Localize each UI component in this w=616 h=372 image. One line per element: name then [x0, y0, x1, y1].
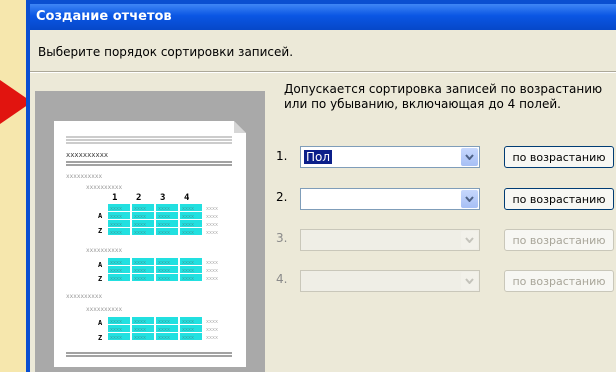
cell-placeholder: xxxx — [110, 230, 122, 236]
cell-placeholder: xxxx — [158, 327, 170, 333]
sort-row-1-number: 1. — [276, 149, 288, 163]
cell-placeholder: xxxx — [182, 230, 194, 236]
cell-placeholder: xxxx — [182, 268, 194, 274]
cell-placeholder: xxxx — [206, 276, 218, 282]
cell-placeholder: xxxx — [158, 230, 170, 236]
cell-placeholder: xxxx — [206, 335, 218, 341]
chevron-down-icon[interactable] — [461, 272, 478, 290]
cell-placeholder: xxxx — [182, 335, 194, 341]
cell-placeholder: xxxx — [206, 222, 218, 228]
subgroup-header-placeholder: xxxxxxxxxx — [86, 184, 123, 191]
chevron-down-icon[interactable] — [461, 190, 478, 208]
window-title: Создание отчетов — [30, 4, 616, 30]
chevron-down-icon[interactable] — [461, 231, 478, 249]
column-number: 4 — [184, 193, 190, 203]
cell-placeholder: xxxx — [182, 276, 194, 282]
column-number: 2 — [136, 193, 141, 203]
sort-order-1-button[interactable]: по возрастанию — [504, 146, 614, 168]
cell-placeholder: xxxx — [134, 335, 146, 341]
sort-letter-a: A — [98, 261, 103, 269]
cell-placeholder: xxxx — [110, 319, 122, 325]
sort-row-3-number: 3. — [276, 231, 288, 245]
cell-placeholder: xxxx — [206, 260, 218, 266]
sort-order-2-button[interactable]: по возрастанию — [504, 188, 614, 210]
cell-placeholder: xxxx — [134, 214, 146, 220]
chevron-down-icon[interactable] — [461, 148, 478, 166]
sort-row-2-number: 2. — [276, 190, 288, 204]
cell-placeholder: xxxx — [158, 335, 170, 341]
dialog-client-area: Выберите порядок сортировки записей. xxx… — [30, 30, 616, 372]
sort-field-4-combo[interactable] — [300, 270, 480, 292]
sort-field-1-value: Пол — [304, 150, 333, 164]
cell-placeholder: xxxx — [206, 327, 218, 333]
cell-placeholder: xxxx — [158, 260, 170, 266]
cell-placeholder: xxxx — [182, 214, 194, 220]
cell-placeholder: xxxx — [182, 222, 194, 228]
report-preview-illustration: xxxxxxxxxx xxxxxxxxxxxxxxxxxxxx1 2 3 4AZxxx… — [66, 121, 246, 357]
sort-letter-a: A — [98, 319, 103, 327]
column-number: 3 — [160, 193, 165, 203]
cell-placeholder: xxxx — [110, 260, 122, 266]
sort-field-3-combo[interactable] — [300, 229, 480, 251]
cell-placeholder: xxxx — [110, 327, 122, 333]
cell-placeholder: xxxx — [134, 319, 146, 325]
cell-placeholder: xxxx — [110, 268, 122, 274]
sort-description: Допускается сортировка записей по возрас… — [284, 82, 603, 111]
cell-placeholder: xxxx — [134, 327, 146, 333]
sort-row-4-number: 4. — [276, 272, 288, 286]
cell-placeholder: xxxx — [158, 268, 170, 274]
cell-placeholder: xxxx — [134, 206, 146, 212]
cell-placeholder: xxxx — [158, 276, 170, 282]
subgroup-header-placeholder: xxxxxxxxxx — [86, 247, 123, 254]
subgroup-header-placeholder: xxxxxxxxxx — [86, 306, 123, 313]
sort-field-2-combo[interactable] — [300, 188, 480, 210]
sort-letter-a: A — [98, 212, 103, 220]
cell-placeholder: xxxx — [134, 276, 146, 282]
cell-placeholder: xxxx — [134, 230, 146, 236]
cell-placeholder: xxxx — [206, 230, 218, 236]
cell-placeholder: xxxx — [158, 222, 170, 228]
cell-placeholder: xxxx — [182, 206, 194, 212]
cell-placeholder: xxxx — [134, 222, 146, 228]
group-header-placeholder: xxxxxxxxxx — [66, 293, 103, 300]
sort-order-4-button[interactable]: по возрастанию — [504, 270, 614, 292]
cell-placeholder: xxxx — [206, 206, 218, 212]
sort-field-1-combo[interactable]: Пол — [300, 146, 480, 168]
cell-placeholder: xxxx — [158, 214, 170, 220]
column-number: 1 — [112, 193, 117, 203]
cell-placeholder: xxxx — [134, 260, 146, 266]
report-preview-page: xxxxxxxxxx xxxxxxxxxx xxxxxxxxxx 1 2 3 4 A Zxxx… — [54, 121, 246, 367]
cell-placeholder: xxxx — [182, 260, 194, 266]
cell-placeholder: xxxx — [158, 319, 170, 325]
cell-placeholder: xxxx — [206, 214, 218, 220]
cell-placeholder: xxxx — [110, 214, 122, 220]
cell-placeholder: xxxx — [206, 319, 218, 325]
cell-placeholder: xxxx — [134, 268, 146, 274]
sort-order-3-button[interactable]: по возрастанию — [504, 229, 614, 251]
sort-letter-z: Z — [98, 227, 102, 235]
separator — [30, 71, 616, 73]
cell-placeholder: xxxx — [206, 268, 218, 274]
cell-placeholder: xxxx — [110, 335, 122, 341]
preview-title-text: xxxxxxxxxx — [66, 151, 108, 159]
group-header-placeholder: xxxxxxxxxx — [66, 173, 103, 180]
cell-placeholder: xxxx — [110, 276, 122, 282]
sort-letter-z: Z — [98, 275, 102, 283]
cell-placeholder: xxxx — [158, 206, 170, 212]
cell-placeholder: xxxx — [110, 206, 122, 212]
cell-placeholder: xxxx — [110, 222, 122, 228]
report-preview-pane: xxxxxxxxxx xxxxxxxxxx xxxxxxxxxx 1 2 3 4 A Zxxx… — [35, 91, 265, 372]
cell-placeholder: xxxx — [182, 319, 194, 325]
cell-placeholder: xxxx — [182, 327, 194, 333]
instruction-text: Выберите порядок сортировки записей. — [38, 45, 294, 59]
sort-letter-z: Z — [98, 334, 102, 342]
